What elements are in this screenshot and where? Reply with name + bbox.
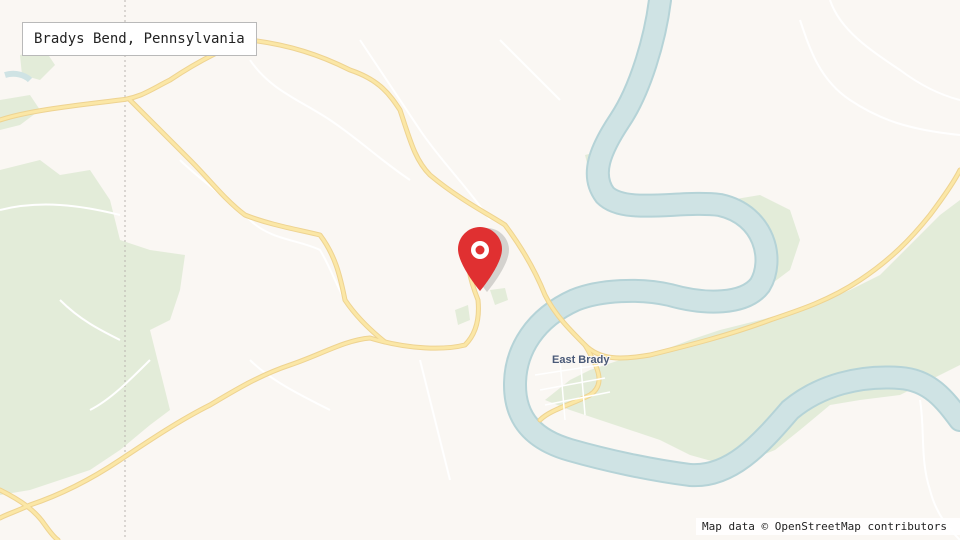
map-attribution[interactable]: Map data © OpenStreetMap contributors bbox=[695, 518, 960, 535]
place-title-label: Bradys Bend, Pennsylvania bbox=[22, 22, 257, 56]
town-label-east-brady: East Brady bbox=[552, 354, 610, 366]
map-canvas[interactable]: East Brady bbox=[0, 0, 960, 540]
